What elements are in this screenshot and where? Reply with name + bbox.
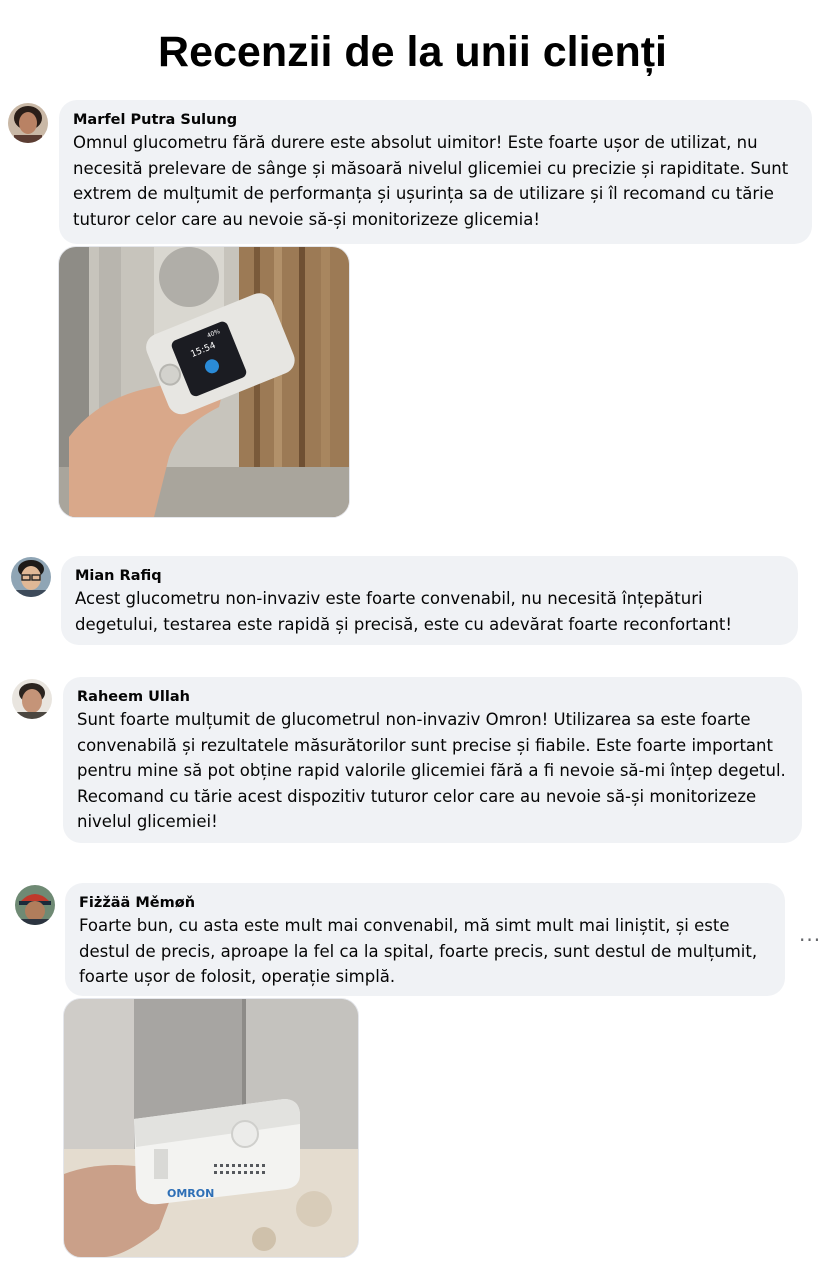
- review-author[interactable]: Fiżžää Měmøň: [79, 893, 771, 913]
- review-bubble: Marfel Putra Sulung Omnul glucometru făr…: [59, 100, 812, 244]
- review-text: Sunt foarte mulțumit de glucometrul non-…: [77, 710, 786, 831]
- review-text: Omnul glucometru fără durere este absolu…: [73, 133, 789, 229]
- avatar[interactable]: [11, 557, 51, 597]
- review-photo[interactable]: 15:54 40%: [58, 246, 350, 518]
- review-text: Acest glucometru non-invaziv este foarte…: [75, 589, 733, 634]
- avatar[interactable]: [8, 103, 48, 143]
- avatar-photo: [15, 885, 55, 925]
- more-options-icon[interactable]: ···: [799, 928, 821, 952]
- review-text: Foarte bun, cu asta este mult mai conven…: [79, 916, 758, 986]
- review-bubble: Fiżžää Měmøň Foarte bun, cu asta este mu…: [65, 883, 785, 996]
- page-title: Recenzii de la unii clienți: [158, 28, 667, 76]
- avatar-photo: [11, 557, 51, 597]
- review-author[interactable]: Mian Rafiq: [75, 566, 784, 586]
- review-author[interactable]: Raheem Ullah: [77, 687, 788, 707]
- avatar-photo: [12, 679, 52, 719]
- review-photo[interactable]: OMRON: [63, 998, 359, 1258]
- avatar[interactable]: [15, 885, 55, 925]
- review-bubble: Mian Rafiq Acest glucometru non-invaziv …: [61, 556, 798, 645]
- device-brand-label: OMRON: [167, 1187, 214, 1200]
- review-bubble: Raheem Ullah Sunt foarte mulțumit de glu…: [63, 677, 802, 843]
- review-author[interactable]: Marfel Putra Sulung: [73, 110, 798, 130]
- avatar-photo: [8, 103, 48, 143]
- avatar[interactable]: [12, 679, 52, 719]
